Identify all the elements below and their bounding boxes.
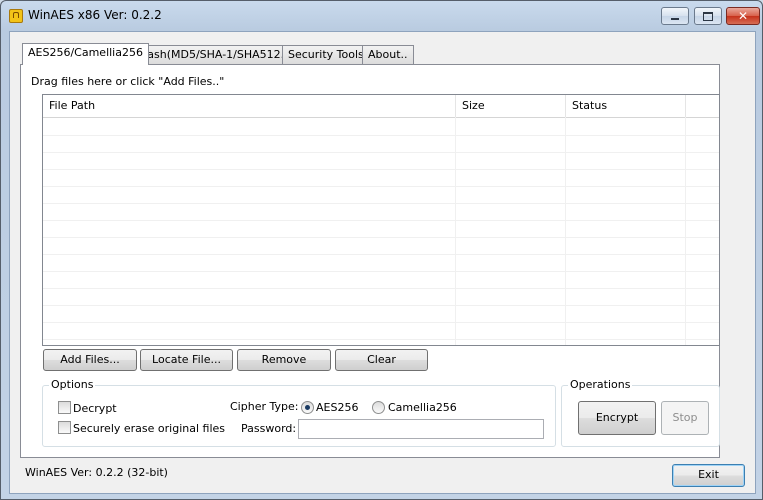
title-bar[interactable]: WinAES x86 Ver: 0.2.2 ✕ bbox=[1, 1, 762, 31]
drag-hint-text: Drag files here or click "Add Files.." bbox=[31, 75, 225, 88]
client-area: AES256/Camellia256 Hash(MD5/SHA-1/SHA512… bbox=[9, 31, 756, 494]
empty-row bbox=[43, 237, 719, 255]
tab-aes-camellia[interactable]: AES256/Camellia256 bbox=[22, 43, 149, 65]
column-status[interactable]: Status bbox=[566, 95, 686, 117]
clear-button[interactable]: Clear bbox=[335, 349, 428, 371]
secure-erase-checkbox[interactable] bbox=[58, 421, 71, 434]
empty-row bbox=[43, 203, 719, 221]
empty-row bbox=[43, 305, 719, 323]
maximize-icon bbox=[703, 11, 713, 21]
version-status-text: WinAES Ver: 0.2.2 (32-bit) bbox=[25, 466, 168, 479]
tab-hash[interactable]: Hash(MD5/SHA-1/SHA512..) bbox=[133, 45, 298, 64]
decrypt-checkbox[interactable] bbox=[58, 401, 71, 414]
aes256-label: AES256 bbox=[316, 401, 359, 414]
cipher-type-label: Cipher Type: bbox=[230, 400, 299, 413]
app-window: WinAES x86 Ver: 0.2.2 ✕ AES256/Camellia2… bbox=[0, 0, 763, 500]
file-list[interactable]: File Path Size Status bbox=[42, 94, 720, 346]
column-file-path[interactable]: File Path bbox=[43, 95, 456, 117]
tab-security-tools[interactable]: Security Tools bbox=[282, 45, 370, 64]
close-button[interactable]: ✕ bbox=[726, 7, 760, 25]
add-files-button[interactable]: Add Files... bbox=[43, 349, 137, 371]
operations-group-label: Operations bbox=[568, 378, 633, 391]
empty-row bbox=[43, 254, 719, 272]
empty-row bbox=[43, 220, 719, 238]
camellia256-label: Camellia256 bbox=[388, 401, 457, 414]
camellia256-radio[interactable] bbox=[372, 401, 385, 414]
app-lock-icon bbox=[9, 9, 23, 23]
locate-file-button[interactable]: Locate File... bbox=[140, 349, 233, 371]
empty-row bbox=[43, 152, 719, 170]
empty-row bbox=[43, 288, 719, 306]
empty-row bbox=[43, 271, 719, 289]
exit-button[interactable]: Exit bbox=[672, 464, 745, 487]
password-label: Password: bbox=[241, 422, 297, 435]
close-icon: ✕ bbox=[737, 9, 749, 23]
minimize-icon bbox=[671, 18, 679, 20]
empty-row bbox=[43, 169, 719, 187]
tab-about[interactable]: About.. bbox=[362, 45, 414, 64]
secure-erase-label: Securely erase original files bbox=[73, 422, 226, 435]
stop-button[interactable]: Stop bbox=[661, 401, 709, 435]
password-input[interactable] bbox=[298, 419, 544, 439]
minimize-button[interactable] bbox=[661, 7, 689, 25]
aes256-radio[interactable] bbox=[301, 401, 314, 414]
remove-button[interactable]: Remove bbox=[237, 349, 331, 371]
file-list-header: File Path Size Status bbox=[43, 95, 719, 118]
empty-row bbox=[43, 186, 719, 204]
empty-row bbox=[43, 322, 719, 340]
window-title: WinAES x86 Ver: 0.2.2 bbox=[28, 8, 162, 22]
encrypt-button[interactable]: Encrypt bbox=[578, 401, 656, 435]
decrypt-label: Decrypt bbox=[73, 402, 117, 415]
maximize-button[interactable] bbox=[694, 7, 722, 25]
empty-row bbox=[43, 118, 719, 136]
options-group-label: Options bbox=[49, 378, 96, 391]
empty-row bbox=[43, 135, 719, 153]
column-size[interactable]: Size bbox=[456, 95, 566, 117]
